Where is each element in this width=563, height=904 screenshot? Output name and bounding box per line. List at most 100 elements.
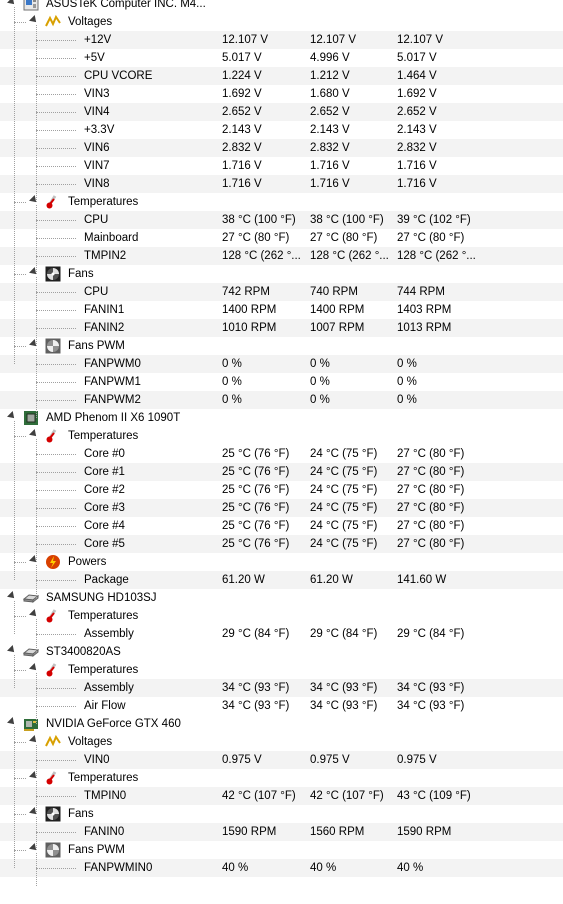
category-node[interactable]: Temperatures (0, 607, 563, 625)
expand-toggle-icon[interactable] (7, 591, 17, 601)
value-cell: 1.716 V (222, 160, 262, 172)
sensor-row[interactable]: FANPWMIN0 40 % 40 % 40 % (0, 859, 563, 877)
tree-connector (36, 184, 76, 185)
expand-toggle-icon[interactable] (29, 771, 39, 781)
category-node[interactable]: Temperatures (0, 661, 563, 679)
device-node[interactable]: NVIDIA GeForce GTX 460 (0, 715, 563, 733)
power-icon (45, 554, 61, 570)
sensor-row[interactable]: Air Flow 34 °C (93 °F) 34 °C (93 °F) 34 °C … (0, 697, 563, 715)
sensor-row[interactable]: Assembly 29 °C (84 °F) 29 °C (84 °F) 29 °C … (0, 625, 563, 643)
expand-toggle-icon[interactable] (7, 0, 17, 7)
category-node[interactable]: Fans (0, 265, 563, 283)
sensor-row[interactable]: VIN7 1.716 V 1.716 V 1.716 V (0, 157, 563, 175)
category-node[interactable]: Fans (0, 805, 563, 823)
sensor-row[interactable]: Core #4 25 °C (76 °F) 24 °C (75 °F) 27 °C (… (0, 517, 563, 535)
expand-toggle-icon[interactable] (29, 609, 39, 619)
expand-toggle-icon[interactable] (7, 645, 17, 655)
value-cell: 2.652 V (222, 106, 262, 118)
sensor-label: Assembly (84, 682, 134, 694)
sensor-row[interactable]: Core #1 25 °C (76 °F) 24 °C (75 °F) 27 °C (… (0, 463, 563, 481)
tree-connector (36, 328, 76, 329)
sensor-label: VIN7 (84, 160, 110, 172)
expand-toggle-icon[interactable] (7, 717, 17, 727)
device-node[interactable]: AMD Phenom II X6 1090T (0, 409, 563, 427)
sensor-row[interactable]: VIN6 2.832 V 2.832 V 2.832 V (0, 139, 563, 157)
min-cell: 1400 RPM (310, 304, 365, 316)
category-node[interactable]: Voltages (0, 13, 563, 31)
sensor-row[interactable]: FANPWM0 0 % 0 % 0 % (0, 355, 563, 373)
sensor-row[interactable]: FANIN2 1010 RPM 1007 RPM 1013 RPM (0, 319, 563, 337)
expand-toggle-icon[interactable] (29, 843, 39, 853)
sensor-row[interactable]: +12V 12.107 V 12.107 V 12.107 V (0, 31, 563, 49)
value-cell: 38 °C (100 °F) (222, 214, 296, 226)
sensor-row[interactable]: FANPWM2 0 % 0 % 0 % (0, 391, 563, 409)
sensor-row[interactable]: Assembly 34 °C (93 °F) 34 °C (93 °F) 34 °C … (0, 679, 563, 697)
expand-toggle-icon[interactable] (29, 429, 39, 439)
voltage-icon (45, 734, 61, 750)
sensor-row[interactable]: FANIN1 1400 RPM 1400 RPM 1403 RPM (0, 301, 563, 319)
sensor-row[interactable]: +5V 5.017 V 4.996 V 5.017 V (0, 49, 563, 67)
sensor-row[interactable]: CPU 38 °C (100 °F) 38 °C (100 °F) 39 °C (10… (0, 211, 563, 229)
sensor-row[interactable]: VIN3 1.692 V 1.680 V 1.692 V (0, 85, 563, 103)
sensor-row[interactable]: TMPIN0 42 °C (107 °F) 42 °C (107 °F) 43 °C … (0, 787, 563, 805)
tree-connector (36, 58, 76, 59)
tree-connector (36, 544, 76, 545)
sensor-row[interactable]: Core #2 25 °C (76 °F) 24 °C (75 °F) 27 °C (… (0, 481, 563, 499)
tree-connector (14, 346, 26, 347)
min-cell: 128 °C (262 °... (310, 250, 389, 262)
category-node[interactable]: Temperatures (0, 427, 563, 445)
max-cell: 2.143 V (397, 124, 437, 136)
tree-connector (36, 148, 76, 149)
sensor-row[interactable]: VIN0 0.975 V 0.975 V 0.975 V (0, 751, 563, 769)
tree-connector (14, 274, 26, 275)
category-node[interactable]: Voltages (0, 733, 563, 751)
tree-guide (36, 619, 37, 652)
tree-connector (36, 76, 76, 77)
expand-toggle-icon[interactable] (29, 807, 39, 817)
tree-connector (36, 94, 76, 95)
sensor-row[interactable]: TMPIN2 128 °C (262 °... 128 °C (262 °... 12… (0, 247, 563, 265)
category-node[interactable]: Fans PWM (0, 337, 563, 355)
category-node[interactable]: Powers (0, 553, 563, 571)
sensor-row[interactable]: CPU VCORE 1.224 V 1.212 V 1.464 V (0, 67, 563, 85)
device-node[interactable]: SAMSUNG HD103SJ (0, 589, 563, 607)
device-node[interactable]: ST3400820AS (0, 643, 563, 661)
expand-toggle-icon[interactable] (7, 411, 17, 421)
thermometer-icon (45, 662, 61, 678)
expand-toggle-icon[interactable] (29, 15, 39, 25)
expand-toggle-icon[interactable] (29, 663, 39, 673)
sensor-row[interactable]: Core #5 25 °C (76 °F) 24 °C (75 °F) 27 °C (… (0, 535, 563, 553)
category-node[interactable]: Temperatures (0, 193, 563, 211)
category-node[interactable]: Temperatures (0, 769, 563, 787)
sensor-row[interactable]: +3.3V 2.143 V 2.143 V 2.143 V (0, 121, 563, 139)
sensor-row[interactable]: FANPWM1 0 % 0 % 0 % (0, 373, 563, 391)
sensor-label: VIN3 (84, 88, 110, 100)
category-label: Powers (68, 556, 107, 568)
tree-guide (14, 601, 15, 634)
thermometer-icon (45, 428, 61, 444)
tree-guide (36, 673, 37, 724)
value-cell: 25 °C (76 °F) (222, 538, 290, 550)
max-cell: 27 °C (80 °F) (397, 538, 465, 550)
sensor-row[interactable]: Mainboard 27 °C (80 °F) 27 °C (80 °F) 27 °C… (0, 229, 563, 247)
max-cell: 27 °C (80 °F) (397, 448, 465, 460)
sensor-row[interactable]: Package 61.20 W 61.20 W 141.60 W (0, 571, 563, 589)
thermometer-icon (45, 770, 61, 786)
expand-toggle-icon[interactable] (29, 195, 39, 205)
expand-toggle-icon[interactable] (29, 555, 39, 565)
sensor-row[interactable]: Core #0 25 °C (76 °F) 24 °C (75 °F) 27 °C (… (0, 445, 563, 463)
sensor-row[interactable]: Core #3 25 °C (76 °F) 24 °C (75 °F) 27 °C (… (0, 499, 563, 517)
category-node[interactable]: Fans PWM (0, 841, 563, 859)
max-cell: 1590 RPM (397, 826, 452, 838)
device-node[interactable]: ASUSTeK Computer INC. M4... (0, 0, 563, 13)
sensor-row[interactable]: FANIN0 1590 RPM 1560 RPM 1590 RPM (0, 823, 563, 841)
sensor-row[interactable]: CPU 742 RPM 740 RPM 744 RPM (0, 283, 563, 301)
sensor-row[interactable]: VIN8 1.716 V 1.716 V 1.716 V (0, 175, 563, 193)
expand-toggle-icon[interactable] (29, 267, 39, 277)
tree-connector (36, 526, 76, 527)
max-cell: 0.975 V (397, 754, 437, 766)
expand-toggle-icon[interactable] (29, 735, 39, 745)
expand-toggle-icon[interactable] (29, 339, 39, 349)
sensor-row[interactable]: VIN4 2.652 V 2.652 V 2.652 V (0, 103, 563, 121)
value-cell: 2.832 V (222, 142, 262, 154)
